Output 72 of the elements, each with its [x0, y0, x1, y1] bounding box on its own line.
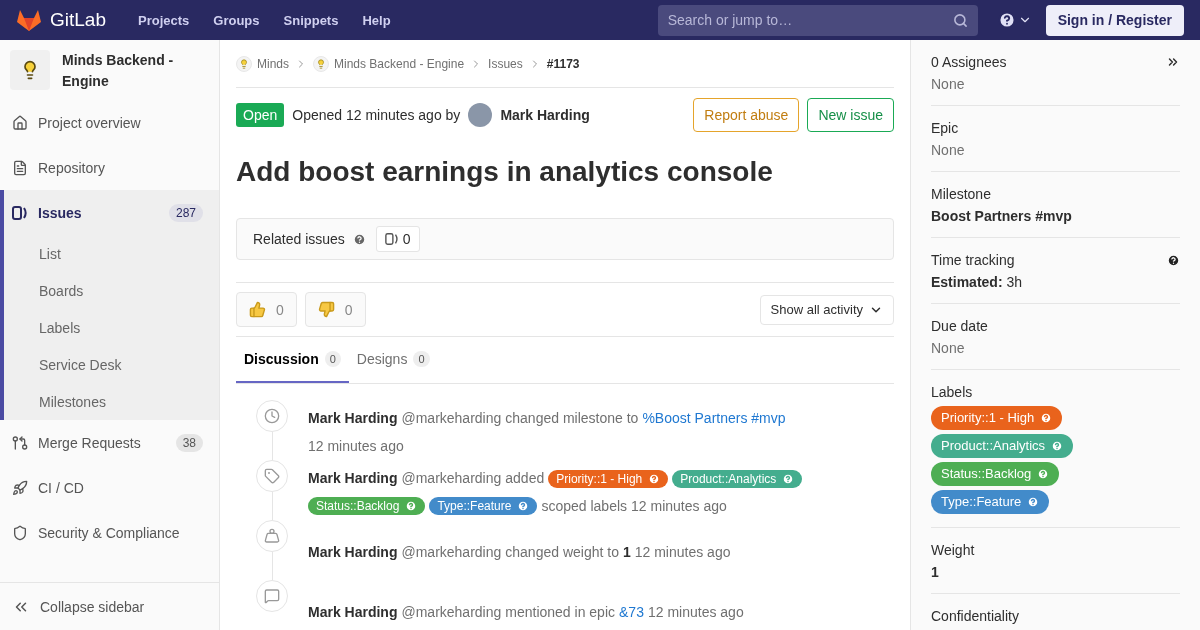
author-name[interactable]: Mark Harding	[308, 602, 398, 623]
nav-link[interactable]: Groups	[205, 12, 268, 28]
section-title: Epic	[931, 120, 959, 136]
sidebar-subitem[interactable]: List	[4, 235, 219, 272]
related-count[interactable]: 0	[375, 226, 420, 252]
section-value: Boost Partners #mvp	[931, 208, 1073, 224]
tab[interactable]: Discussion 0	[236, 337, 349, 383]
sidebar-item[interactable]: Issues 287	[4, 190, 219, 235]
nav-link[interactable]: Snippets	[275, 12, 347, 28]
breadcrumb-link[interactable]: Issues	[488, 56, 523, 71]
report-abuse-button[interactable]: Report abuse	[693, 98, 800, 132]
sidebar-subitem[interactable]: Service Desk	[4, 346, 219, 383]
new-issue-button[interactable]: New issue	[807, 98, 894, 132]
sidebar-item[interactable]: Project overview	[4, 100, 219, 145]
author-name[interactable]: Mark Harding	[308, 408, 398, 430]
section-title: 0 Assignees	[931, 54, 1007, 70]
search-field[interactable]: Search or jump to…	[657, 4, 978, 36]
section-title: Milestone	[931, 186, 991, 202]
reference-link[interactable]: &73	[619, 602, 644, 623]
sidebar-subitem[interactable]: Milestones	[4, 383, 219, 420]
sidebar-item[interactable]: Security & Compliance	[4, 510, 219, 555]
section-value: Estimated: 3h	[931, 274, 1024, 290]
award-button[interactable]: 0	[304, 292, 366, 327]
sidebar-item[interactable]: CI / CD	[4, 465, 219, 510]
section-value: None	[931, 76, 966, 92]
nav-link[interactable]: Projects	[130, 12, 198, 28]
sidebar-item[interactable]: Repository	[4, 145, 219, 190]
event-time: 12 minutes ago	[631, 496, 727, 516]
project-name[interactable]: Minds Backend - Engine	[62, 50, 209, 92]
section-value: 1	[931, 564, 940, 580]
author-name[interactable]: Mark Harding	[308, 542, 398, 563]
event-text: changed weight to	[505, 543, 619, 562]
section-title: Labels	[931, 384, 973, 400]
section-title: Confidentiality	[931, 608, 1019, 624]
award-button[interactable]: 0	[236, 292, 297, 327]
event-text: mentioned in epic	[505, 603, 616, 622]
opened-text: Opened 12 minutes ago by	[292, 107, 461, 123]
nav-link[interactable]: Help	[354, 12, 399, 28]
logo-text: GitLab	[50, 9, 106, 31]
section-title: Weight	[931, 542, 975, 558]
issue-title: Add boost earnings in analytics console	[236, 156, 774, 188]
reference-link[interactable]: %Boost Partners #mvp	[642, 408, 786, 430]
tab[interactable]: Designs 0	[348, 337, 438, 383]
related-issues-label: Related issues	[253, 231, 345, 247]
event-time: 12 minutes ago	[634, 543, 731, 562]
section-value: None	[931, 142, 966, 158]
event-time: 12 minutes ago	[647, 603, 744, 622]
sidebar-item[interactable]: Merge Requests 38	[4, 420, 219, 465]
event-text: changed milestone to	[505, 409, 639, 429]
event-text: added	[505, 469, 545, 489]
user-handle: @markeharding	[401, 469, 502, 489]
sidebar-subitem[interactable]: Labels	[4, 309, 219, 346]
event-text: scoped labels	[541, 496, 628, 516]
activity-filter-dropdown[interactable]: Show all activity	[759, 294, 894, 325]
author-link[interactable]: Mark Harding	[500, 107, 590, 123]
scoped-label[interactable]: Type::Feature	[931, 490, 1050, 514]
section-title: Time tracking	[931, 252, 1015, 268]
user-handle: @markeharding	[401, 543, 502, 562]
sign-in-button[interactable]: Sign in / Register	[1045, 4, 1184, 36]
status-badge: Open	[236, 103, 285, 127]
author-name[interactable]: Mark Harding	[308, 468, 398, 490]
event-value: 1	[622, 543, 631, 562]
section-value: None	[931, 340, 966, 356]
breadcrumb-link[interactable]: Minds	[236, 55, 289, 72]
event-time: 12 minutes ago	[308, 436, 404, 456]
breadcrumb-link[interactable]: Minds Backend - Engine	[313, 55, 465, 72]
user-handle: @markeharding	[401, 603, 502, 622]
section-title: Due date	[931, 318, 988, 334]
breadcrumb-link[interactable]: #1173	[546, 56, 580, 71]
user-handle: @markeharding	[401, 409, 502, 429]
sidebar-subitem[interactable]: Boards	[4, 272, 219, 309]
scoped-label[interactable]: Type::Feature	[429, 497, 538, 516]
